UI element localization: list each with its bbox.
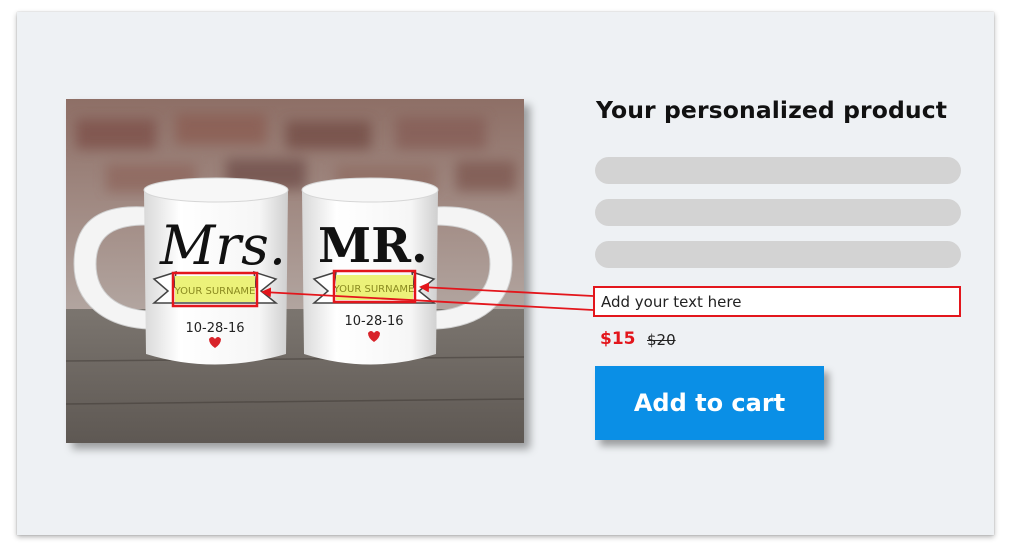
old-price: $20 [647, 331, 676, 349]
placeholder-bar [595, 241, 961, 268]
mrs-date: 10-28-16 [185, 321, 244, 336]
mr-surname-text: YOUR SURNAME [333, 284, 415, 295]
placeholder-bar [595, 157, 961, 184]
mr-date: 10-28-16 [344, 314, 403, 329]
mrs-surname-text: YOUR SURNAME [174, 286, 256, 297]
page-title: Your personalized product [596, 96, 948, 124]
mrs-mug: Mrs. YOUR SURNAME 10-28-16 [143, 177, 289, 365]
mr-heading: MR. [318, 218, 428, 274]
placeholder-bar [595, 199, 961, 226]
current-price: $15 [600, 329, 636, 349]
table-surface [66, 309, 524, 443]
product-image: Mrs. YOUR SURNAME 10-28-16 MR. YOUR SURN… [66, 99, 524, 443]
mrs-heading: Mrs. [159, 214, 286, 277]
mr-mug: MR. YOUR SURNAME 10-28-16 [301, 177, 439, 365]
personalization-text-input[interactable] [593, 286, 961, 317]
add-to-cart-button[interactable]: Add to cart [595, 366, 824, 440]
